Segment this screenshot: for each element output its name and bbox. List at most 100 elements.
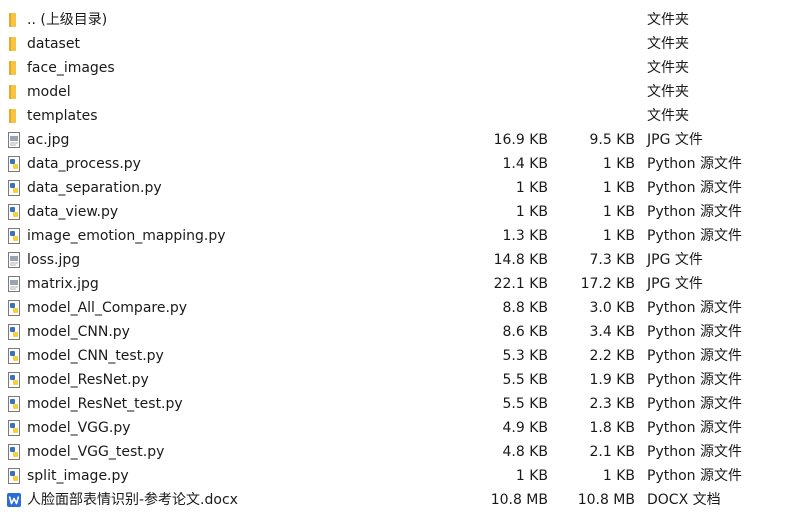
- file-name: image_emotion_mapping.py: [27, 228, 226, 244]
- compressed-size: 1 KB: [602, 228, 635, 244]
- python-file-icon: [6, 156, 22, 172]
- file-size: 22.1 KB: [493, 276, 548, 292]
- python-file-icon: [6, 300, 22, 316]
- file-row[interactable]: model_CNN.py 8.6 KB 3.4 KB Python 源文件: [0, 320, 790, 344]
- python-file-icon: [6, 468, 22, 484]
- file-type: 文件夹: [647, 36, 689, 52]
- compressed-size: 9.5 KB: [589, 132, 636, 148]
- file-size: 5.3 KB: [502, 348, 549, 364]
- file-list: .. (上级目录) 文件夹 dataset 文件夹 face_images 文件…: [0, 0, 790, 520]
- file-type: Python 源文件: [647, 180, 742, 196]
- file-size: 1 KB: [515, 468, 548, 484]
- file-size: 8.8 KB: [502, 300, 549, 316]
- file-row[interactable]: data_separation.py 1 KB 1 KB Python 源文件: [0, 176, 790, 200]
- file-row[interactable]: model_ResNet.py 5.5 KB 1.9 KB Python 源文件: [0, 368, 790, 392]
- file-name: model_ResNet_test.py: [27, 396, 183, 412]
- file-type: 文件夹: [647, 108, 689, 124]
- file-type: 文件夹: [647, 12, 689, 28]
- file-row[interactable]: 人脸面部表情识别-参考论文.docx 10.8 MB 10.8 MB DOCX …: [0, 488, 790, 512]
- file-type: DOCX 文档: [647, 492, 721, 508]
- file-type: Python 源文件: [647, 228, 742, 244]
- file-type: JPG 文件: [647, 276, 703, 292]
- file-type: Python 源文件: [647, 204, 742, 220]
- file-name: templates: [27, 108, 98, 124]
- file-row[interactable]: templates 文件夹: [0, 104, 790, 128]
- file-row[interactable]: image_emotion_mapping.py 1.3 KB 1 KB Pyt…: [0, 224, 790, 248]
- folder-icon: [6, 84, 22, 100]
- file-row[interactable]: split_image.py 1 KB 1 KB Python 源文件: [0, 464, 790, 488]
- file-row[interactable]: model_CNN_test.py 5.3 KB 2.2 KB Python 源…: [0, 344, 790, 368]
- file-name: face_images: [27, 60, 115, 76]
- file-name: data_separation.py: [27, 180, 162, 196]
- image-file-icon: [6, 132, 22, 148]
- file-name: model_VGG_test.py: [27, 444, 165, 460]
- file-row[interactable]: loss.jpg 14.8 KB 7.3 KB JPG 文件: [0, 248, 790, 272]
- python-file-icon: [6, 444, 22, 460]
- word-document-icon: [6, 492, 22, 508]
- compressed-size: 1.8 KB: [589, 420, 636, 436]
- file-type: JPG 文件: [647, 132, 703, 148]
- file-name: model_CNN_test.py: [27, 348, 164, 364]
- file-name: matrix.jpg: [27, 276, 99, 292]
- image-file-icon: [6, 252, 22, 268]
- compressed-size: 10.8 MB: [577, 492, 635, 508]
- compressed-size: 3.0 KB: [589, 300, 636, 316]
- file-row[interactable]: model_VGG.py 4.9 KB 1.8 KB Python 源文件: [0, 416, 790, 440]
- python-file-icon: [6, 204, 22, 220]
- compressed-size: 2.1 KB: [589, 444, 636, 460]
- file-size: 5.5 KB: [502, 372, 549, 388]
- file-size: 8.6 KB: [502, 324, 549, 340]
- file-name: model_All_Compare.py: [27, 300, 188, 316]
- file-row[interactable]: model_ResNet_test.py 5.5 KB 2.3 KB Pytho…: [0, 392, 790, 416]
- file-type: JPG 文件: [647, 252, 703, 268]
- compressed-size: 1 KB: [602, 180, 635, 196]
- folder-icon: [6, 36, 22, 52]
- file-row[interactable]: .. (上级目录) 文件夹: [0, 8, 790, 32]
- file-row[interactable]: model_All_Compare.py 8.8 KB 3.0 KB Pytho…: [0, 296, 790, 320]
- compressed-size: 2.2 KB: [589, 348, 636, 364]
- compressed-size: 7.3 KB: [589, 252, 636, 268]
- file-name: model_VGG.py: [27, 420, 131, 436]
- file-type: Python 源文件: [647, 444, 742, 460]
- file-row[interactable]: data_process.py 1.4 KB 1 KB Python 源文件: [0, 152, 790, 176]
- file-type: Python 源文件: [647, 420, 742, 436]
- image-file-icon: [6, 276, 22, 292]
- file-name: .. (上级目录): [27, 12, 108, 28]
- file-row[interactable]: ac.jpg 16.9 KB 9.5 KB JPG 文件: [0, 128, 790, 152]
- file-type: Python 源文件: [647, 348, 742, 364]
- compressed-size: 2.3 KB: [589, 396, 636, 412]
- file-type: 文件夹: [647, 60, 689, 76]
- file-type: 文件夹: [647, 84, 689, 100]
- file-size: 1.3 KB: [502, 228, 549, 244]
- file-row[interactable]: matrix.jpg 22.1 KB 17.2 KB JPG 文件: [0, 272, 790, 296]
- file-row[interactable]: model_VGG_test.py 4.8 KB 2.1 KB Python 源…: [0, 440, 790, 464]
- file-row[interactable]: model 文件夹: [0, 80, 790, 104]
- file-size: 14.8 KB: [493, 252, 548, 268]
- file-name: dataset: [27, 36, 80, 52]
- file-row[interactable]: data_view.py 1 KB 1 KB Python 源文件: [0, 200, 790, 224]
- file-name: data_view.py: [27, 204, 119, 220]
- file-name: model: [27, 84, 71, 100]
- file-type: Python 源文件: [647, 468, 742, 484]
- file-type: Python 源文件: [647, 324, 742, 340]
- file-row[interactable]: face_images 文件夹: [0, 56, 790, 80]
- python-file-icon: [6, 324, 22, 340]
- compressed-size: 3.4 KB: [589, 324, 636, 340]
- file-size: 5.5 KB: [502, 396, 549, 412]
- compressed-size: 1.9 KB: [589, 372, 636, 388]
- file-name: 人脸面部表情识别-参考论文.docx: [27, 492, 238, 508]
- file-type: Python 源文件: [647, 156, 742, 172]
- file-type: Python 源文件: [647, 300, 742, 316]
- file-size: 1 KB: [515, 180, 548, 196]
- folder-icon: [6, 60, 22, 76]
- file-row[interactable]: dataset 文件夹: [0, 32, 790, 56]
- file-size: 4.8 KB: [502, 444, 549, 460]
- file-name: model_CNN.py: [27, 324, 130, 340]
- file-size: 10.8 MB: [490, 492, 548, 508]
- compressed-size: 17.2 KB: [580, 276, 635, 292]
- folder-icon: [6, 12, 22, 28]
- python-file-icon: [6, 180, 22, 196]
- folder-icon: [6, 108, 22, 124]
- compressed-size: 1 KB: [602, 156, 635, 172]
- python-file-icon: [6, 420, 22, 436]
